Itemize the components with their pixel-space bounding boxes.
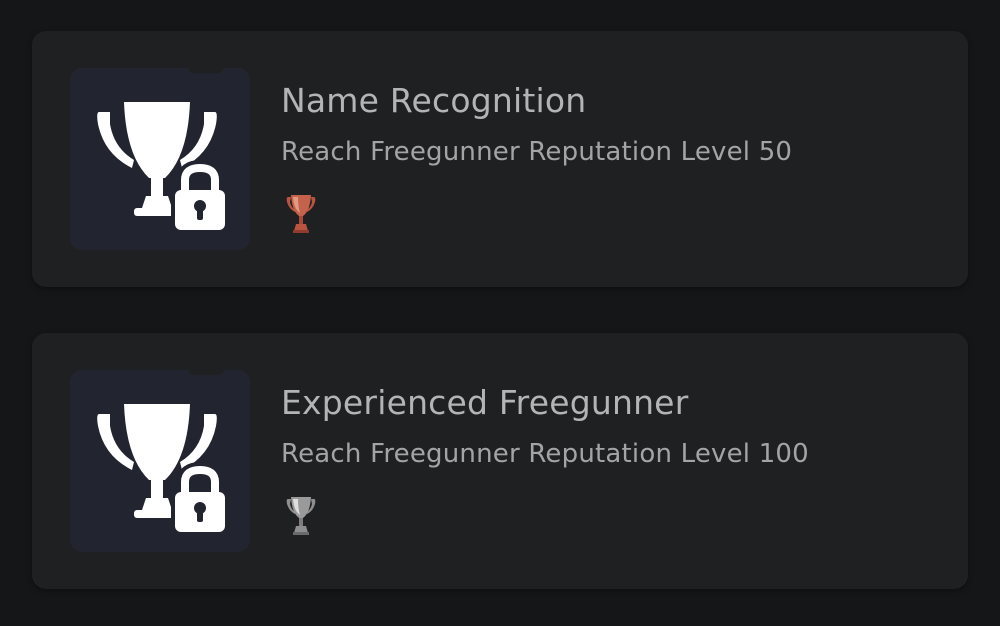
- trophy-description: Reach Freegunner Reputation Level 50: [281, 137, 793, 167]
- lock-icon: [171, 159, 229, 234]
- trophy-card[interactable]: Name Recognition Reach Freegunner Reputa…: [32, 31, 968, 287]
- locked-trophy-tile: [70, 67, 250, 250]
- trophy-description: Reach Freegunner Reputation Level 100: [281, 439, 809, 469]
- trophy-card[interactable]: Experienced Freegunner Reach Freegunner …: [32, 333, 968, 589]
- trophy-title: Experienced Freegunner: [281, 383, 689, 422]
- silver-trophy-icon: [286, 497, 316, 535]
- trophy-title: Name Recognition: [281, 81, 587, 120]
- trophy-list: Name Recognition Reach Freegunner Reputa…: [0, 0, 1000, 626]
- bronze-trophy-icon: [286, 195, 316, 233]
- lock-icon: [171, 461, 229, 536]
- locked-trophy-tile: [70, 369, 250, 552]
